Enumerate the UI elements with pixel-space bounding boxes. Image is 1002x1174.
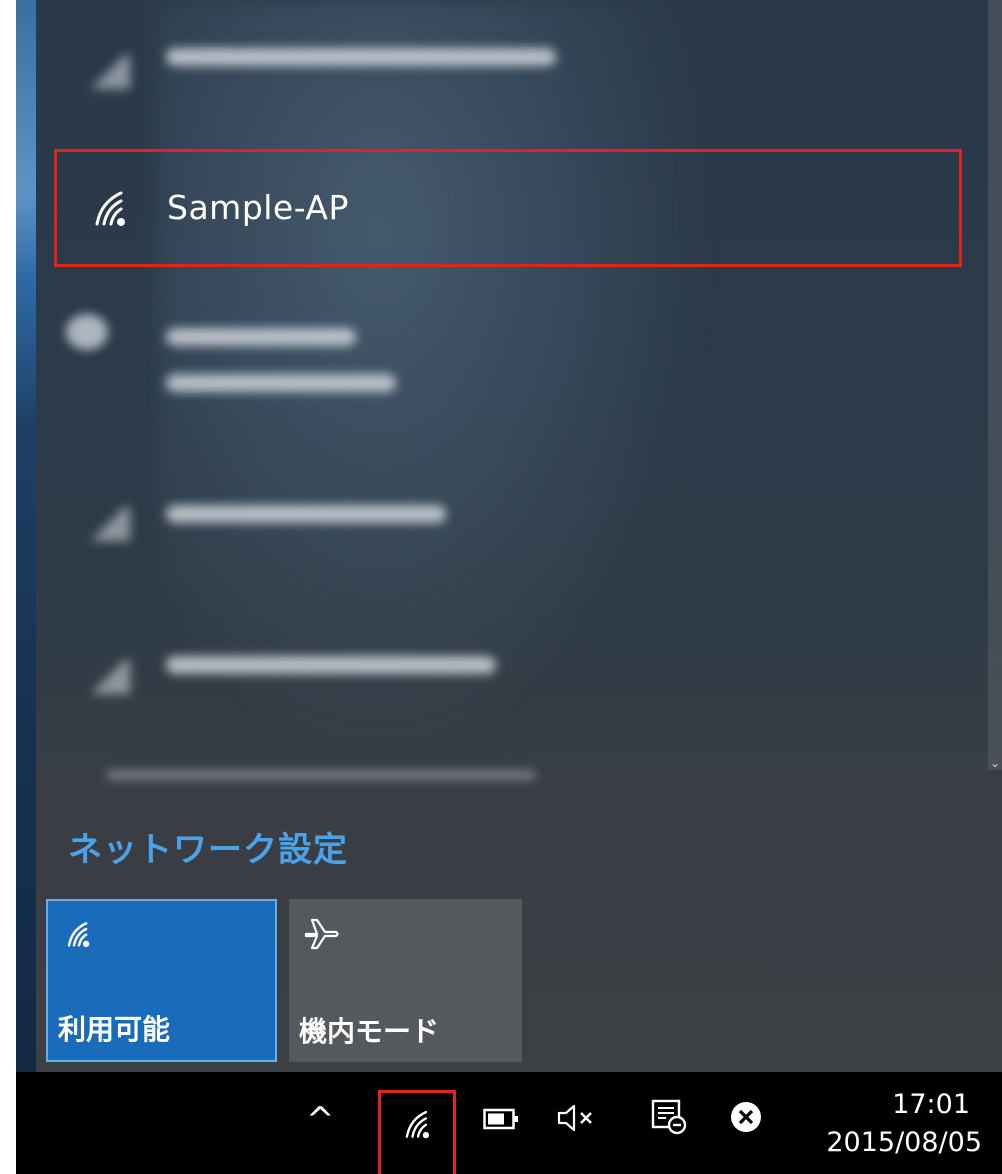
scroll-down-icon[interactable]: ⌄: [989, 756, 1001, 770]
airplane-mode-tile[interactable]: 機内モード: [289, 899, 522, 1062]
battery-icon[interactable]: [483, 1108, 519, 1134]
wifi-signal-icon: [86, 660, 130, 694]
wifi-signal-icon: [95, 191, 125, 226]
clock-time: 17:01: [892, 1089, 970, 1120]
network-item-obscured[interactable]: [36, 10, 936, 110]
network-settings-link[interactable]: ネットワーク設定: [68, 822, 348, 871]
taskbar-wifi-button[interactable]: [378, 1090, 456, 1174]
wifi-signal-icon: [86, 55, 130, 89]
notification-center-icon[interactable]: [650, 1098, 688, 1140]
taskbar: ^ 17:01 2015/08/05: [16, 1072, 1002, 1174]
network-item-obscured[interactable]: [36, 465, 936, 565]
show-hidden-icons-chevron-icon[interactable]: ^: [306, 1100, 335, 1140]
circle-x-icon[interactable]: [729, 1100, 763, 1138]
clock-date: 2015/08/05: [826, 1127, 982, 1158]
clock[interactable]: 17:01 2015/08/05: [826, 1086, 982, 1162]
flyout-scrollbar[interactable]: ⌄: [988, 0, 1002, 770]
wifi-tile-label: 利用可能: [58, 1013, 171, 1046]
desktop-background-edge: [16, 0, 36, 1072]
network-name: Sample-AP: [167, 188, 349, 227]
globe-network-icon: [66, 314, 108, 350]
muted-volume-icon[interactable]: [556, 1102, 596, 1141]
network-flyout: ⌄ Sample-AP ネットワーク設定 利用可能 機内モード: [36, 0, 1002, 1072]
network-item-sample-ap[interactable]: Sample-AP: [54, 149, 962, 267]
airplane-tile-label: 機内モード: [299, 1015, 440, 1048]
wifi-icon: [405, 1110, 430, 1139]
wifi-signal-icon: [86, 507, 130, 541]
airplane-icon: [304, 918, 339, 950]
wifi-toggle-tile[interactable]: 利用可能: [46, 899, 277, 1062]
network-item-obscured[interactable]: [36, 750, 936, 790]
network-item-obscured[interactable]: [36, 620, 936, 720]
network-item-obscured[interactable]: [36, 300, 936, 420]
wifi-icon: [67, 922, 90, 948]
